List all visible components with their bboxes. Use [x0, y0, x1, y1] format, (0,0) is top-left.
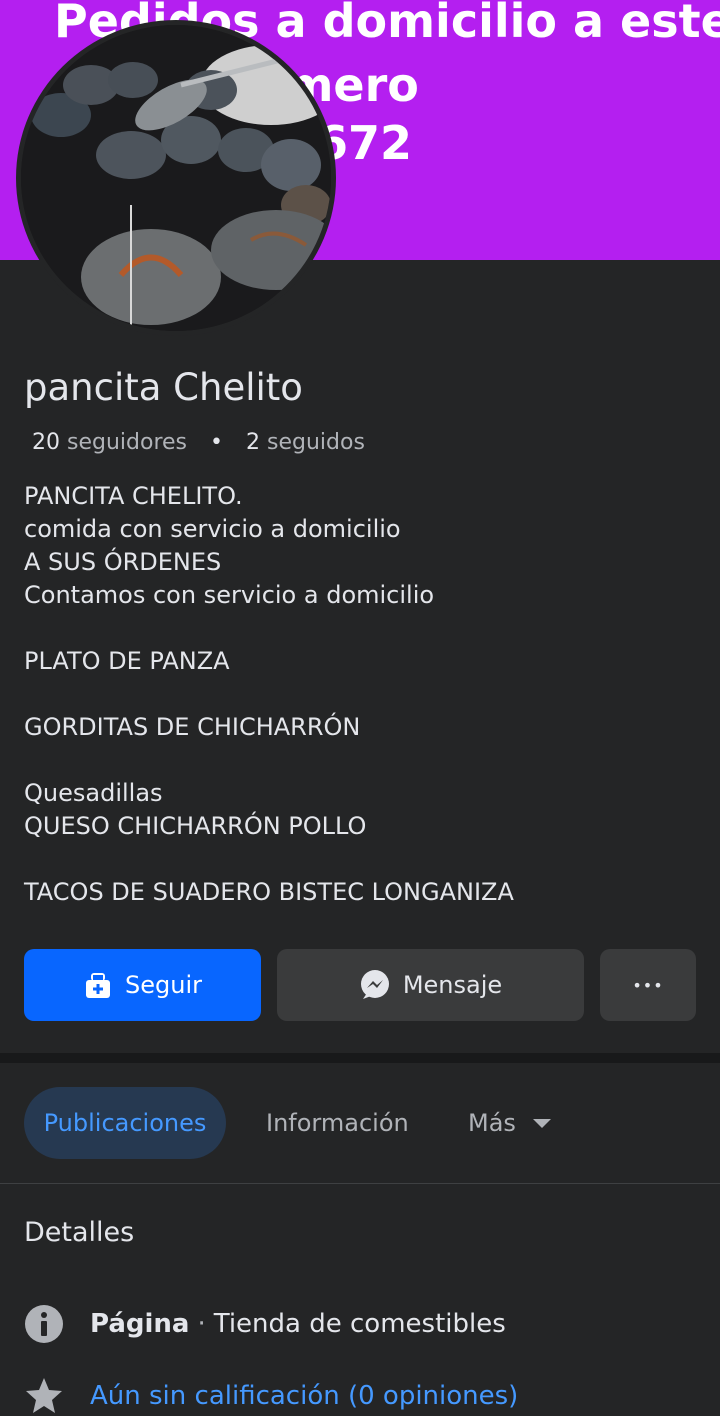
tabs-divider: [0, 1183, 720, 1184]
stats-separator: •: [210, 430, 223, 455]
profile-avatar[interactable]: [16, 20, 336, 336]
bio-line: A SUS ÓRDENES: [24, 548, 222, 576]
more-options-icon: •••: [632, 975, 664, 995]
following-count[interactable]: 2: [246, 430, 260, 455]
page-type-label: Página: [90, 1309, 190, 1339]
detail-page-category: Página · Tienda de comestibles: [24, 1304, 506, 1344]
follow-stats: 20 seguidores • 2 seguidos: [32, 430, 365, 455]
section-divider: [0, 1053, 720, 1063]
messenger-icon: [359, 969, 391, 1001]
page-bio: PANCITA CHELITO. comida con servicio a d…: [24, 480, 704, 909]
follow-button[interactable]: Seguir: [24, 949, 261, 1021]
bio-line: [24, 744, 704, 777]
page-name: pancita Chelito: [24, 366, 303, 409]
tab-more[interactable]: Más: [468, 1087, 552, 1159]
follow-icon: [83, 970, 113, 1000]
followers-label[interactable]: seguidores: [67, 430, 187, 455]
more-options-button[interactable]: •••: [600, 949, 696, 1021]
tab-more-label: Más: [468, 1109, 516, 1137]
details-heading: Detalles: [24, 1217, 135, 1248]
follow-button-label: Seguir: [125, 971, 202, 999]
bio-line: TACOS DE SUADERO BISTEC LONGANIZA: [24, 878, 514, 906]
bio-line: PANCITA CHELITO.: [24, 482, 243, 510]
bio-line: Quesadillas: [24, 779, 163, 807]
message-button-label: Mensaje: [402, 971, 503, 999]
chevron-down-icon: [532, 1117, 552, 1129]
food-photo-image: [21, 25, 331, 331]
bio-line: [24, 612, 704, 645]
info-icon: [24, 1304, 64, 1344]
bio-line: comida con servicio a domicilio: [24, 515, 401, 543]
bio-line: PLATO DE PANZA: [24, 647, 230, 675]
message-button[interactable]: Mensaje: [277, 949, 584, 1021]
following-label[interactable]: seguidos: [267, 430, 365, 455]
tab-posts[interactable]: Publicaciones: [24, 1087, 226, 1159]
followers-count[interactable]: 20: [32, 430, 60, 455]
star-icon: [24, 1376, 64, 1416]
detail-rating[interactable]: Aún sin calificación (0 opiniones): [24, 1376, 518, 1416]
tab-info[interactable]: Información: [266, 1087, 409, 1159]
rating-link[interactable]: Aún sin calificación (0 opiniones): [90, 1381, 518, 1411]
bio-line: GORDITAS DE CHICHARRÓN: [24, 713, 361, 741]
bio-line: QUESO CHICHARRÓN POLLO: [24, 812, 367, 840]
bio-line: Contamos con servicio a domicilio: [24, 581, 435, 609]
bio-line: [24, 843, 704, 876]
page-category: Tienda de comestibles: [213, 1309, 506, 1339]
detail-separator: ·: [197, 1309, 206, 1339]
bio-line: [24, 678, 704, 711]
